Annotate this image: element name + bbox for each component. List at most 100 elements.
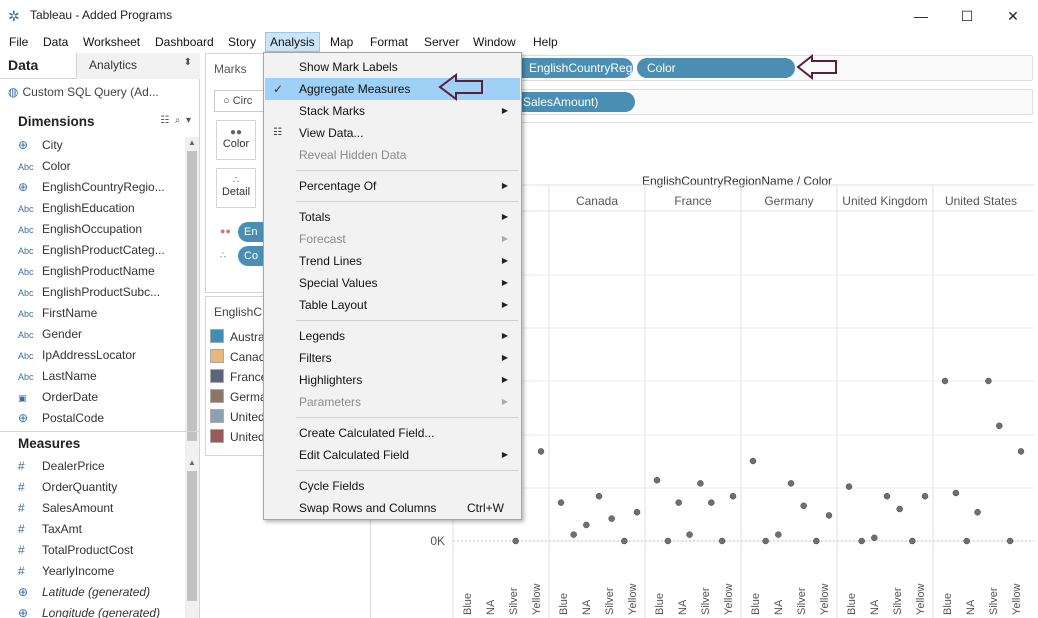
dimension-englishoccupation[interactable]: Abc EnglishOccupation: [18, 219, 184, 240]
menu-item-swap-rows-and-columns[interactable]: Swap Rows and Columns Ctrl+W: [265, 497, 520, 519]
menu-item-totals[interactable]: Totals ▶: [265, 206, 520, 228]
data-point: [697, 480, 704, 487]
menu-item-label: Special Values: [299, 276, 378, 290]
menu-item-trend-lines[interactable]: Trend Lines ▶: [265, 250, 520, 272]
dimension-englisheducation[interactable]: Abc EnglishEducation: [18, 198, 184, 219]
measure-orderquantity[interactable]: # OrderQuantity: [18, 477, 184, 498]
menu-worksheet[interactable]: Worksheet: [79, 32, 144, 52]
dimensions-scrollbar[interactable]: ▲ ▼: [185, 137, 199, 485]
x-tick-label: Yellow: [531, 584, 543, 615]
legend-item[interactable]: Canad: [210, 347, 265, 367]
scroll-thumb[interactable]: [187, 151, 197, 441]
data-point: [729, 492, 737, 500]
menu-item-percentage-of[interactable]: Percentage Of ▶: [265, 175, 520, 197]
legend-item[interactable]: Austra: [210, 327, 265, 347]
dimension-color[interactable]: Abc Color: [18, 156, 184, 177]
menu-analysis[interactable]: Analysis: [265, 32, 320, 52]
dimensions-header: Dimensions: [18, 114, 95, 129]
legend-item[interactable]: Germa: [210, 387, 267, 407]
menu-dashboard[interactable]: Dashboard: [151, 32, 218, 52]
scroll-up-icon[interactable]: ▲: [185, 457, 199, 469]
legend-item[interactable]: United: [210, 427, 265, 447]
scroll-thumb[interactable]: [187, 471, 197, 601]
menu-item-table-layout[interactable]: Table Layout ▶: [265, 294, 520, 316]
legend-swatch: [210, 409, 224, 423]
pane-tabs: Data Analytics ⬍: [0, 53, 200, 79]
menu-item-highlighters[interactable]: Highlighters ▶: [265, 369, 520, 391]
dimension-gender[interactable]: Abc Gender: [18, 324, 184, 345]
measure-taxamt[interactable]: # TaxAmt: [18, 519, 184, 540]
measures-header: Measures: [18, 436, 81, 451]
measure-salesamount[interactable]: # SalesAmount: [18, 498, 184, 519]
tab-analytics[interactable]: Analytics ⬍: [76, 53, 200, 79]
menu-separator: [296, 170, 518, 171]
dimension-englishcountryregio[interactable]: ⊕ EnglishCountryRegio...: [18, 177, 184, 198]
menu-server[interactable]: Server: [420, 32, 463, 52]
measure-latitude-generated[interactable]: ⊕ Latitude (generated): [18, 582, 184, 603]
dimension-firstname[interactable]: Abc FirstName: [18, 303, 184, 324]
menu-data[interactable]: Data: [39, 32, 72, 52]
dimension-englishproductcateg[interactable]: Abc EnglishProductCateg...: [18, 240, 184, 261]
legend-item[interactable]: United: [210, 407, 265, 427]
dimension-englishproductname[interactable]: Abc EnglishProductName: [18, 261, 184, 282]
field-name: EnglishProductCateg...: [42, 243, 165, 257]
close-button[interactable]: ✕: [990, 4, 1036, 28]
dimension-tools: ☷ ⌕ ▾: [160, 115, 191, 126]
color-button[interactable]: ●● Color: [216, 120, 256, 160]
menu-item-legends[interactable]: Legends ▶: [265, 325, 520, 347]
marks-title: Marks: [214, 62, 247, 76]
detail-button[interactable]: ∴ Detail: [216, 168, 256, 208]
menu-window[interactable]: Window: [469, 32, 520, 52]
menu-story[interactable]: Story: [224, 32, 260, 52]
data-point: [996, 422, 1003, 430]
legend-item[interactable]: France: [210, 367, 267, 387]
string-icon: Abc: [18, 309, 34, 319]
tableau-logo-icon: ✲: [8, 8, 20, 24]
menu-item-create-calculated-field[interactable]: Create Calculated Field...: [265, 422, 520, 444]
menu-item-label: Legends: [299, 329, 346, 343]
tab-data[interactable]: Data: [8, 57, 38, 73]
legend-label: France: [230, 370, 268, 384]
menu-item-special-values[interactable]: Special Values ▶: [265, 272, 520, 294]
menu-shortcut: Ctrl+W: [467, 501, 504, 515]
maximize-button[interactable]: ☐: [944, 4, 990, 28]
x-tick-label: Silver: [700, 587, 712, 615]
analysis-menu: Show Mark Labels ✓ Aggregate Measures Stack…: [263, 52, 522, 520]
detail-dots-icon: ∴: [220, 250, 226, 260]
checkmark-icon: ✓: [273, 82, 284, 96]
minimize-button[interactable]: —: [898, 4, 944, 28]
field-name: PostalCode: [42, 411, 105, 425]
dimension-englishproductsubc[interactable]: Abc EnglishProductSubc...: [18, 282, 184, 303]
menu-item-label: Table Layout: [299, 298, 368, 312]
measures-scrollbar[interactable]: ▲: [185, 457, 199, 618]
measure-yearlyincome[interactable]: # YearlyIncome: [18, 561, 184, 582]
measure-longitude-generated[interactable]: ⊕ Longitude (generated): [18, 603, 184, 618]
dimension-lastname[interactable]: Abc LastName: [18, 366, 184, 387]
menu-item-label: View Data...: [299, 126, 364, 140]
menu-item-stack-marks[interactable]: Stack Marks ▶: [265, 100, 520, 122]
field-name: City: [42, 138, 63, 152]
measure-dealerprice[interactable]: # DealerPrice: [18, 456, 184, 477]
dimension-ipaddresslocator[interactable]: Abc IpAddressLocator: [18, 345, 184, 366]
data-point: [909, 537, 916, 545]
measure-totalproductcost[interactable]: # TotalProductCost: [18, 540, 184, 561]
menu-item-label: Aggregate Measures: [299, 82, 411, 96]
dimension-postalcode[interactable]: ⊕ PostalCode: [18, 408, 184, 429]
menu-format[interactable]: Format: [366, 32, 412, 52]
dimension-orderdate[interactable]: ▣ OrderDate: [18, 387, 184, 408]
dimension-city[interactable]: ⊕ City: [18, 135, 184, 156]
list-view-icon[interactable]: ☷: [160, 115, 169, 126]
datasource-item[interactable]: ◍ Custom SQL Query (Ad...: [8, 85, 198, 103]
menu-item-edit-calculated-field[interactable]: Edit Calculated Field ▶: [265, 444, 520, 466]
x-tick-label: NA: [869, 599, 881, 615]
menu-map[interactable]: Map: [326, 32, 357, 52]
chevron-down-icon[interactable]: ▾: [186, 115, 191, 126]
scroll-up-icon[interactable]: ▲: [185, 137, 199, 149]
columns-pill-color[interactable]: Color: [637, 58, 795, 78]
menu-help[interactable]: Help: [529, 32, 562, 52]
menu-item-filters[interactable]: Filters ▶: [265, 347, 520, 369]
menu-item-view-data[interactable]: ☷ View Data...: [265, 122, 520, 144]
menu-file[interactable]: File: [5, 32, 32, 52]
menu-item-cycle-fields[interactable]: Cycle Fields: [265, 475, 520, 497]
search-icon[interactable]: ⌕: [175, 115, 181, 126]
